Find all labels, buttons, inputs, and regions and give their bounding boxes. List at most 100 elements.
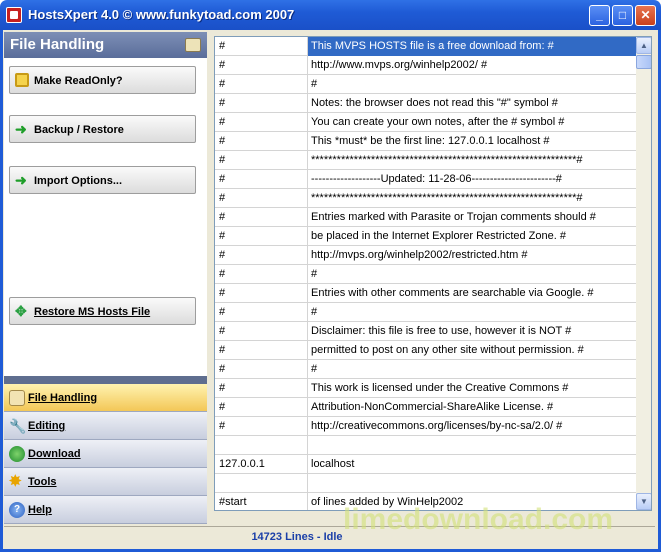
table-row[interactable]: # ***************************************… — [215, 189, 636, 208]
ip-cell[interactable]: # — [215, 284, 308, 303]
help-icon: ? — [9, 502, 25, 518]
ip-cell[interactable]: # — [215, 56, 308, 75]
scroll-up-button[interactable]: ▲ — [636, 37, 651, 54]
host-cell[interactable]: # — [308, 265, 636, 284]
make-readonly-label: Make ReadOnly? — [34, 75, 123, 87]
host-cell[interactable]: http://www.mvps.org/winhelp2002/ # — [308, 56, 636, 75]
sidebar: File Handling Make ReadOnly? ➜ Backup / … — [4, 32, 207, 524]
table-row[interactable]: # # — [215, 265, 636, 284]
table-row[interactable]: # # — [215, 75, 636, 94]
ip-cell[interactable]: # — [215, 113, 308, 132]
ip-cell[interactable]: # — [215, 208, 308, 227]
make-readonly-button[interactable]: Make ReadOnly? — [9, 66, 196, 94]
host-cell[interactable]: localhost — [308, 455, 636, 474]
nav-tools[interactable]: ✸ Tools — [4, 468, 207, 496]
ip-cell[interactable]: # — [215, 246, 308, 265]
host-cell[interactable]: # — [308, 303, 636, 322]
table-row[interactable]: # http://www.mvps.org/winhelp2002/ # — [215, 56, 636, 75]
host-cell[interactable]: This *must* be the first line: 127.0.0.1… — [308, 132, 636, 151]
ip-cell[interactable]: # — [215, 417, 308, 436]
host-cell[interactable]: Entries with other comments are searchab… — [308, 284, 636, 303]
ip-cell[interactable]: # — [215, 360, 308, 379]
host-cell[interactable]: Disclaimer: this file is free to use, ho… — [308, 322, 636, 341]
ip-cell[interactable]: # — [215, 322, 308, 341]
table-row[interactable]: # Entries with other comments are searcha… — [215, 284, 636, 303]
ip-cell[interactable]: #start — [215, 493, 308, 510]
table-row[interactable]: # -------------------Updated: 11-28-06---… — [215, 170, 636, 189]
table-row[interactable]: # http://creativecommons.org/licenses/by-… — [215, 417, 636, 436]
close-button[interactable]: ✕ — [635, 5, 656, 26]
table-row[interactable]: # You can create your own notes, after th… — [215, 113, 636, 132]
ip-cell[interactable]: # — [215, 379, 308, 398]
table-row[interactable]: # # — [215, 303, 636, 322]
host-cell[interactable]: This work is licensed under the Creative… — [308, 379, 636, 398]
host-cell[interactable]: You can create your own notes, after the… — [308, 113, 636, 132]
watermark: limedownload.com — [343, 503, 614, 536]
restore-ms-hosts-button[interactable]: ✥ Restore MS Hosts File — [9, 297, 196, 325]
table-row[interactable]: # This *must* be the first line: 127.0.0.… — [215, 132, 636, 151]
ip-cell[interactable]: # — [215, 398, 308, 417]
host-cell[interactable]: be placed in the Internet Explorer Restr… — [308, 227, 636, 246]
table-row[interactable]: # http://mvps.org/winhelp2002/restricted.… — [215, 246, 636, 265]
host-cell[interactable] — [308, 474, 636, 493]
nav-tools-label: Tools — [28, 476, 57, 488]
file-handling-icon — [9, 390, 25, 406]
arrow-right-icon: ➜ — [15, 172, 27, 188]
host-cell[interactable]: -------------------Updated: 11-28-06----… — [308, 170, 636, 189]
ip-cell[interactable]: # — [215, 37, 308, 56]
table-row[interactable]: # Disclaimer: this file is free to use, h… — [215, 322, 636, 341]
host-cell[interactable]: ****************************************… — [308, 151, 636, 170]
ip-cell[interactable]: # — [215, 151, 308, 170]
host-cell[interactable]: Notes: the browser does not read this "#… — [308, 94, 636, 113]
backup-restore-button[interactable]: ➜ Backup / Restore — [9, 115, 196, 143]
ip-cell[interactable]: # — [215, 189, 308, 208]
ip-cell[interactable]: # — [215, 227, 308, 246]
host-cell[interactable]: http://creativecommons.org/licenses/by-n… — [308, 417, 636, 436]
ip-cell[interactable]: # — [215, 265, 308, 284]
host-cell[interactable]: http://mvps.org/winhelp2002/restricted.h… — [308, 246, 636, 265]
ip-cell[interactable]: # — [215, 132, 308, 151]
table-row[interactable]: # permitted to post on any other site wit… — [215, 341, 636, 360]
ip-cell[interactable] — [215, 436, 308, 455]
scroll-thumb[interactable] — [636, 55, 651, 69]
nav-editing[interactable]: 🔧 Editing — [4, 412, 207, 440]
host-cell[interactable]: # — [308, 75, 636, 94]
table-row[interactable] — [215, 474, 636, 493]
ip-cell[interactable]: # — [215, 170, 308, 189]
table-row[interactable]: # This work is licensed under the Creativ… — [215, 379, 636, 398]
import-options-button[interactable]: ➜ Import Options... — [9, 166, 196, 194]
minimize-button[interactable]: _ — [589, 5, 610, 26]
vertical-scrollbar[interactable]: ▲ ▼ — [636, 37, 651, 510]
scroll-down-button[interactable]: ▼ — [636, 493, 651, 510]
globe-icon — [9, 446, 25, 462]
host-cell[interactable]: Attribution-NonCommercial-ShareAlike Lic… — [308, 398, 636, 417]
table-row[interactable]: 127.0.0.1 localhost — [215, 455, 636, 474]
host-cell[interactable] — [308, 436, 636, 455]
nav-download[interactable]: Download — [4, 440, 207, 468]
nav-help[interactable]: ? Help — [4, 496, 207, 524]
host-cell[interactable]: This MVPS HOSTS file is a free download … — [308, 37, 636, 56]
table-row[interactable]: # # — [215, 360, 636, 379]
ip-cell[interactable]: # — [215, 75, 308, 94]
table-row[interactable]: # be placed in the Internet Explorer Rest… — [215, 227, 636, 246]
host-cell[interactable]: Entries marked with Parasite or Trojan c… — [308, 208, 636, 227]
hosts-grid[interactable]: # This MVPS HOSTS file is a free download… — [214, 36, 652, 511]
table-row[interactable]: # This MVPS HOSTS file is a free download… — [215, 37, 636, 56]
table-row[interactable]: # Attribution-NonCommercial-ShareAlike Li… — [215, 398, 636, 417]
table-row[interactable] — [215, 436, 636, 455]
table-row[interactable]: # Notes: the browser does not read this "… — [215, 94, 636, 113]
table-row[interactable]: # ***************************************… — [215, 151, 636, 170]
ip-cell[interactable] — [215, 474, 308, 493]
host-cell[interactable]: ****************************************… — [308, 189, 636, 208]
maximize-button[interactable]: □ — [612, 5, 633, 26]
nav-separator[interactable] — [4, 376, 207, 384]
nav-file-handling[interactable]: File Handling — [4, 384, 207, 412]
ip-cell[interactable]: # — [215, 94, 308, 113]
host-cell[interactable]: permitted to post on any other site with… — [308, 341, 636, 360]
host-cell[interactable]: # — [308, 360, 636, 379]
table-row[interactable]: # Entries marked with Parasite or Trojan … — [215, 208, 636, 227]
ip-cell[interactable]: # — [215, 341, 308, 360]
grid-rows: # This MVPS HOSTS file is a free download… — [215, 37, 636, 510]
ip-cell[interactable]: # — [215, 303, 308, 322]
ip-cell[interactable]: 127.0.0.1 — [215, 455, 308, 474]
